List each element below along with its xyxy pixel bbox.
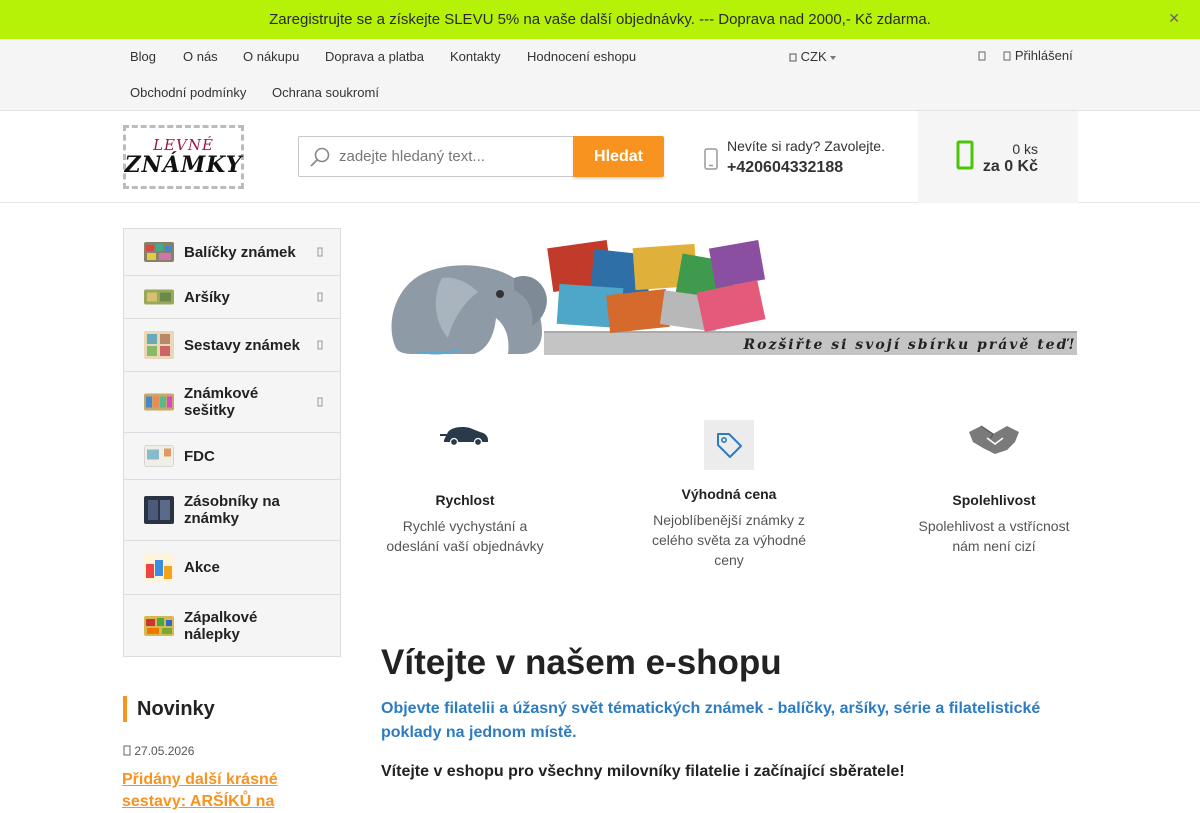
elephant-image: [391, 265, 547, 355]
category-label: FDC: [184, 447, 215, 465]
category-item-balicky-znamek[interactable]: Balíčky známek: [124, 229, 340, 276]
site-header: LEVNÉ ZNÁMKY Hledat Nevíte si rady? Zavo…: [0, 111, 1200, 203]
login-link[interactable]: Přihlášení: [978, 48, 1073, 63]
currency-selector[interactable]: CZK: [789, 49, 837, 64]
search-button[interactable]: Hledat: [573, 136, 664, 177]
category-item-sestavy-znamek[interactable]: Sestavy známek: [124, 319, 340, 372]
cart-button[interactable]: 0 ks za 0 Kč: [918, 111, 1078, 203]
feature-title: Rychlost: [435, 492, 495, 508]
close-icon[interactable]: ✕: [1168, 10, 1180, 27]
category-item-zasobniky-na-znamky[interactable]: Zásobníky na známky: [124, 480, 340, 541]
category-item-arsiky[interactable]: Aršíky: [124, 276, 340, 319]
news-article-link[interactable]: Přidány další krásné sestavy: ARŠÍKŮ na: [122, 769, 332, 813]
feature-vyhodna-cena: Výhodná cena Nejoblíbenější známky z cel…: [639, 420, 819, 570]
phone-icon: [704, 148, 718, 170]
category-item-akce[interactable]: Akce: [124, 541, 340, 595]
nav-link-doprava-a-platba[interactable]: Doprava a platba: [325, 49, 424, 64]
page-title: Vítejte v našem e-shopu: [381, 643, 782, 682]
news-date-text: 27.05.2026: [134, 744, 195, 758]
promo-banner[interactable]: Rozšiřte si svojí sbírku právě teď!: [382, 238, 1078, 356]
page-subtitle: Objevte filatelii a úžasný svět tématick…: [381, 700, 1041, 741]
category-label: Sestavy známek: [184, 336, 300, 354]
cart-total: za 0 Kč: [982, 158, 1038, 175]
nav-link-kontakty[interactable]: Kontakty: [450, 49, 501, 64]
search-box: [298, 136, 574, 177]
banner-image: Rozšiřte si svojí sbírku právě teď!: [391, 239, 1077, 355]
search-icon: [310, 147, 330, 167]
car-icon: [440, 427, 488, 447]
page-intro: Vítejte v eshopu pro všechny milovníky f…: [381, 763, 905, 780]
promo-text: Zaregistrujte se a získejte SLEVU 5% na …: [269, 11, 931, 28]
sale-tags-icon: [144, 553, 174, 582]
category-label: Známkové sešitky: [184, 385, 259, 419]
site-logo[interactable]: LEVNÉ ZNÁMKY: [123, 125, 244, 189]
category-label: Akce: [184, 559, 220, 576]
handshake-icon: [969, 425, 1019, 454]
user-icon: [1003, 51, 1011, 61]
feature-text: Rychlé vychystání a odeslání vaší objedn…: [386, 518, 544, 554]
news-heading: Novinky: [123, 696, 215, 722]
matchbox-label-icon: [144, 615, 174, 636]
nav-link-o-nas[interactable]: O nás: [183, 49, 218, 64]
currency-label: CZK: [800, 49, 827, 64]
category-label: Balíčky známek: [184, 243, 296, 261]
feature-text: Spolehlivost a vstřícnost nám není cizí: [918, 518, 1070, 554]
nav-link-hodnoceni-eshopu[interactable]: Hodnocení eshopu: [527, 49, 636, 64]
feature-rychlost: Rychlost Rychlé vychystání a odeslání va…: [375, 420, 555, 556]
chevron-right-icon: [317, 340, 323, 350]
top-navigation-bar: Blog O nás O nákupu Doprava a platba Kon…: [0, 39, 1200, 111]
tag-icon-box: [704, 420, 754, 470]
chevron-right-icon: [317, 292, 323, 302]
help-phone[interactable]: +420604332188: [727, 159, 843, 177]
chevron-right-icon: [317, 247, 323, 257]
share-icon: [978, 51, 986, 61]
calendar-icon: [123, 745, 131, 756]
search-input[interactable]: [339, 137, 569, 176]
stamp-set-icon: [144, 331, 174, 359]
help-text: Nevíte si rady? Zavolejte.: [727, 138, 885, 154]
category-item-zapalkove-nalepky[interactable]: Zápalkové nálepky: [124, 595, 340, 656]
nav-link-ochrana-soukromi[interactable]: Ochrana soukromí: [272, 85, 379, 100]
category-label: Zápalkové nálepky: [184, 608, 258, 643]
stamp-pile-image: [547, 239, 766, 334]
login-label: Přihlášení: [1014, 48, 1073, 63]
tag-icon: [717, 433, 742, 458]
category-sidebar: Balíčky známek Aršíky Sestavy známek Zná…: [123, 228, 341, 657]
cart-icon: [956, 140, 974, 170]
nav-link-o-nakupu[interactable]: O nákupu: [243, 49, 299, 64]
wallet-icon: [789, 53, 797, 62]
news-date: 27.05.2026: [123, 744, 194, 758]
souvenir-sheet-icon: [144, 289, 174, 305]
logo-line-1: LEVNÉ: [153, 136, 214, 154]
feature-text: Nejoblíbenější známky z celého světa za …: [651, 512, 807, 568]
stamp-booklet-icon: [144, 393, 174, 411]
stamp-package-icon: [144, 242, 174, 262]
promo-bar: Zaregistrujte se a získejte SLEVU 5% na …: [0, 0, 1200, 39]
category-label: Zásobníky na známky: [184, 493, 280, 527]
feature-title: Spolehlivost: [952, 492, 1036, 508]
category-label: Aršíky: [184, 288, 230, 306]
cart-count: 0 ks: [1012, 141, 1038, 157]
stockbook-icon: [144, 496, 174, 524]
banner-caption: Rozšiřte si svojí sbírku právě teď!: [742, 337, 1076, 353]
logo-line-2: ZNÁMKY: [124, 152, 243, 178]
category-item-fdc[interactable]: FDC: [124, 433, 340, 480]
feature-spolehlivost: Spolehlivost Spolehlivost a vstřícnost n…: [904, 420, 1084, 556]
nav-link-obchodni-podminky[interactable]: Obchodní podmínky: [130, 85, 246, 100]
envelope-icon: [144, 445, 174, 467]
chevron-right-icon: [317, 397, 323, 407]
feature-title: Výhodná cena: [681, 486, 777, 502]
nav-link-blog[interactable]: Blog: [130, 49, 156, 64]
chevron-down-icon: [830, 56, 837, 60]
category-item-znamkove-sesitky[interactable]: Známkové sešitky: [124, 372, 340, 433]
